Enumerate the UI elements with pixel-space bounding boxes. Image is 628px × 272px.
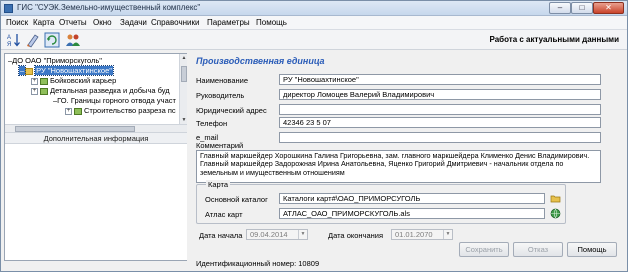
unit-form: Производственная единица Наименование РУ…: [191, 53, 623, 271]
dropdown-arrow-icon[interactable]: ▼: [298, 230, 307, 239]
name-field[interactable]: РУ "Новошахтинское": [279, 74, 601, 85]
minimize-button[interactable]: –: [549, 2, 571, 14]
object-tree[interactable]: –ДО ОАО "Приморскуголь" – РУ "Новошахтинс…: [5, 54, 179, 124]
tree-node-label: Детальная разведка и добыча буд: [50, 86, 170, 95]
folder-icon: [25, 67, 34, 75]
tree-node[interactable]: + Строительство разреза пс: [65, 106, 176, 116]
tree-node-label: ДО ОАО "Приморскуголь": [12, 56, 102, 65]
id-number: Идентификационный номер: 10809: [196, 259, 320, 268]
phone-label: Телефон: [196, 119, 228, 128]
end-date-field[interactable]: 01.01.2070 ▼: [391, 229, 453, 240]
end-date-value: 01.01.2070: [395, 230, 433, 239]
folder-icon: [40, 77, 48, 85]
start-date-label: Дата начала: [199, 231, 243, 240]
tree-node-label: ГО. Границы горного отвода участ: [57, 96, 176, 105]
help-button[interactable]: Помощь: [567, 242, 617, 257]
menu-map[interactable]: Карта: [33, 18, 54, 27]
menu-references[interactable]: Справочники: [151, 18, 199, 27]
title-bar: ГИС "СУЭК.Земельно-имущественный комплек…: [1, 1, 627, 16]
dropdown-arrow-icon[interactable]: ▼: [443, 230, 452, 239]
main-catalog-field[interactable]: Каталоги карт#\ОАО_ПРИМОРСУГОЛЬ: [279, 193, 545, 204]
comment-field[interactable]: Главный маркшейдер Хорошкина Галина Григ…: [196, 150, 601, 183]
toolbar: AЯ Работа с актуальными данными: [1, 30, 627, 50]
folder-icon: [40, 87, 48, 95]
refresh-icon[interactable]: [44, 32, 60, 48]
folder-icon: [74, 107, 82, 115]
legal-address-label: Юридический адрес: [196, 106, 267, 115]
start-date-field[interactable]: 09.04.2014 ▼: [246, 229, 308, 240]
data-mode-status: Работа с актуальными данными: [489, 35, 619, 44]
menu-bar: Поиск Карта Отчеты Окно Задачи Справочни…: [1, 16, 627, 30]
atlas-field[interactable]: АТЛАС_ОАО_ПРИМОРСКУГОЛЬ.als: [279, 208, 545, 219]
menu-help[interactable]: Помощь: [256, 18, 287, 27]
tree-panel: –ДО ОАО "Приморскуголь" – РУ "Новошахтинс…: [4, 53, 187, 261]
scroll-up-icon[interactable]: ▲: [181, 55, 187, 61]
expand-icon[interactable]: +: [65, 107, 72, 115]
menu-search[interactable]: Поиск: [6, 18, 28, 27]
end-date-label: Дата окончания: [328, 231, 384, 240]
users-icon[interactable]: [65, 32, 81, 48]
scroll-down-icon[interactable]: ▼: [181, 117, 187, 123]
tree-node[interactable]: –ДО ОАО "Приморскуголь": [8, 56, 102, 66]
tree-node-selected[interactable]: – РУ "Новошахтинское": [17, 65, 114, 76]
tree-node[interactable]: + Детальная разведка и добыча буд: [31, 86, 170, 96]
expand-icon[interactable]: +: [31, 77, 38, 85]
name-label: Наименование: [196, 76, 248, 85]
comment-label: Комментарий: [196, 141, 244, 150]
main-catalog-label: Основной каталог: [205, 195, 268, 204]
tree-node-label: РУ "Новошахтинское": [34, 65, 114, 76]
expand-icon[interactable]: +: [31, 87, 38, 95]
maximize-button[interactable]: □: [571, 2, 593, 14]
additional-info-header[interactable]: Дополнительная информация: [5, 132, 187, 144]
start-date-value: 09.04.2014: [250, 230, 288, 239]
sort-az-icon[interactable]: AЯ: [6, 32, 22, 48]
tree-node-label: Строительство разреза пс: [84, 106, 176, 115]
additional-info-area: [5, 144, 187, 260]
email-field[interactable]: [279, 132, 601, 143]
legal-address-field[interactable]: [279, 104, 601, 115]
tree-horizontal-scrollbar[interactable]: [5, 124, 187, 132]
app-icon: [4, 4, 13, 13]
head-field[interactable]: директор Ломоцев Валерий Владимирович: [279, 89, 601, 100]
tree-node[interactable]: + Бойковский карьер: [31, 76, 116, 86]
menu-tasks[interactable]: Задачи: [120, 18, 147, 27]
cancel-button[interactable]: Отказ: [513, 242, 563, 257]
tree-node[interactable]: –ГО. Границы горного отвода участ: [53, 96, 176, 106]
edit-brush-icon[interactable]: [25, 32, 41, 48]
tree-vertical-scrollbar[interactable]: ▲ ▼: [179, 54, 187, 124]
menu-reports[interactable]: Отчеты: [59, 18, 87, 27]
map-group: Карта Основной каталог Каталоги карт#\ОА…: [196, 180, 566, 224]
map-group-title: Карта: [206, 180, 231, 189]
head-label: Руководитель: [196, 91, 245, 100]
tree-node-label: Бойковский карьер: [50, 76, 117, 85]
save-button[interactable]: Сохранить: [459, 242, 509, 257]
menu-parameters[interactable]: Параметры: [207, 18, 250, 27]
main-window: ГИС "СУЭК.Земельно-имущественный комплек…: [0, 0, 628, 272]
close-button[interactable]: ✕: [593, 2, 624, 14]
menu-window[interactable]: Окно: [93, 18, 112, 27]
open-folder-icon[interactable]: [550, 193, 561, 204]
phone-field[interactable]: 42346 23 5 07: [279, 117, 601, 128]
svg-text:A: A: [7, 35, 11, 41]
window-title: ГИС "СУЭК.Земельно-имущественный комплек…: [17, 3, 201, 12]
globe-icon[interactable]: [550, 208, 561, 219]
scroll-thumb[interactable]: [181, 66, 187, 82]
atlas-label: Атлас карт: [205, 210, 243, 219]
form-title: Производственная единица: [196, 56, 325, 66]
svg-text:Я: Я: [7, 42, 11, 48]
